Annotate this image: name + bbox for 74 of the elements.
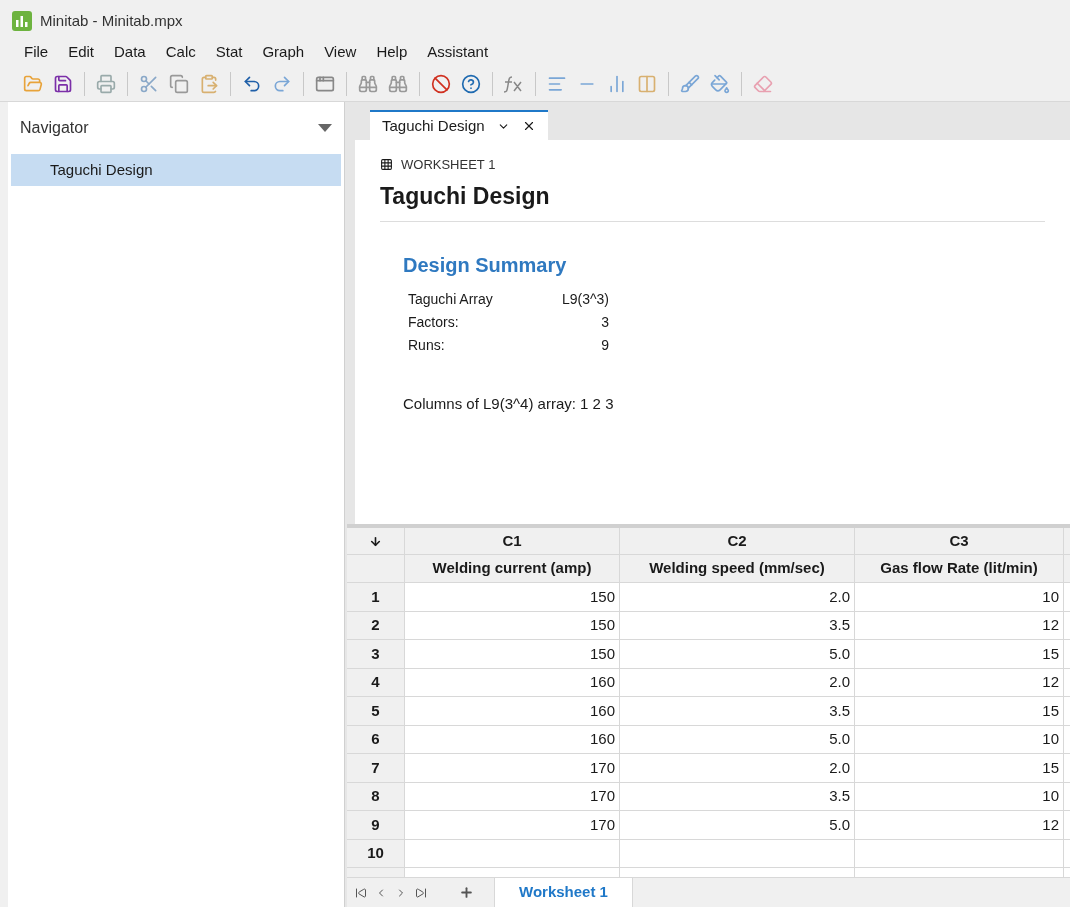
document-tab[interactable]: Taguchi Design <box>370 110 548 140</box>
table-cell: 150 <box>405 640 620 668</box>
table-cell: 10 <box>855 583 1064 611</box>
summary-value: L9(3^3) <box>560 290 609 309</box>
menu-item[interactable]: Assistant <box>419 40 497 64</box>
table-cell: 150 <box>405 611 620 639</box>
table-cell: 5.0 <box>620 640 855 668</box>
row-number: 5 <box>347 697 405 725</box>
row-number: 8 <box>347 782 405 810</box>
table-cell: 160 <box>405 697 620 725</box>
row-number: 2 <box>347 611 405 639</box>
worksheet-label: WORKSHEET 1 <box>401 156 496 174</box>
row-number: 3 <box>347 640 405 668</box>
table-cell: 12 <box>855 611 1064 639</box>
table-cell: 15 <box>855 697 1064 725</box>
section-heading: Design Summary <box>403 253 568 278</box>
column-id: C2 <box>620 528 855 554</box>
table-cell: 12 <box>855 811 1064 839</box>
table-cell: 3.5 <box>620 782 855 810</box>
row-number: 1 <box>347 583 405 611</box>
navigator-item[interactable]: Taguchi Design <box>11 154 341 186</box>
first-sheet-icon[interactable] <box>355 886 367 899</box>
summary-label: Taguchi Array <box>408 290 494 309</box>
dropdown-icon <box>318 124 332 132</box>
column-id: C3 <box>855 528 1064 554</box>
table-cell: 5.0 <box>620 811 855 839</box>
summary-value: 9 <box>600 336 609 355</box>
row-number: 4 <box>347 668 405 696</box>
table-cell: 12 <box>855 668 1064 696</box>
table-cell: 170 <box>405 811 620 839</box>
summary-label: Factors: <box>408 313 460 332</box>
output-title: Taguchi Design <box>380 181 551 211</box>
table-cell: 2.0 <box>620 754 855 782</box>
app-logo-icon <box>12 11 32 31</box>
summary-label: Runs: <box>408 336 446 355</box>
note-text: Columns of L9(3^4) array: 1 2 3 <box>403 394 615 414</box>
menu-item[interactable]: Edit <box>60 40 103 64</box>
table-cell: 5.0 <box>620 725 855 753</box>
row-number: 9 <box>347 811 405 839</box>
table-cell: 3.5 <box>620 697 855 725</box>
table-cell: 15 <box>855 754 1064 782</box>
column-name: Welding current (amp) <box>405 555 620 582</box>
menu-item[interactable]: Calc <box>157 40 204 64</box>
window-title: Minitab - Minitab.mpx <box>40 10 183 31</box>
column-name: Gas flow Rate (lit/min) <box>855 555 1064 582</box>
add-sheet-icon[interactable] <box>459 885 474 900</box>
table-cell: 160 <box>405 668 620 696</box>
menu-item[interactable]: Help <box>368 40 416 64</box>
summary-value: 3 <box>600 313 609 332</box>
table-cell: 160 <box>405 725 620 753</box>
table-cell: 2.0 <box>620 583 855 611</box>
menu-item[interactable]: Stat <box>207 40 251 64</box>
table-cell: 10 <box>855 725 1064 753</box>
row-number: 10 <box>347 839 405 867</box>
column-name: Welding speed (mm/sec) <box>620 555 855 582</box>
table-cell: 15 <box>855 640 1064 668</box>
table-cell: 2.0 <box>620 668 855 696</box>
grid-icon <box>380 158 393 172</box>
table-cell: 10 <box>855 782 1064 810</box>
menu-item[interactable]: Data <box>106 40 154 64</box>
row-number: 6 <box>347 725 405 753</box>
table-cell: 150 <box>405 583 620 611</box>
sheet-tab[interactable]: Worksheet 1 <box>494 878 633 907</box>
menu-item[interactable]: File <box>16 40 57 64</box>
column-id: C1 <box>405 528 620 554</box>
navigator-title: Navigator <box>20 118 89 138</box>
menu-item[interactable]: Graph <box>254 40 313 64</box>
table-cell: 170 <box>405 782 620 810</box>
menu-item[interactable]: View <box>316 40 365 64</box>
sort-arrow-icon <box>369 534 382 548</box>
last-sheet-icon[interactable] <box>415 886 427 899</box>
row-number: 7 <box>347 754 405 782</box>
table-cell: 170 <box>405 754 620 782</box>
table-cell: 3.5 <box>620 611 855 639</box>
